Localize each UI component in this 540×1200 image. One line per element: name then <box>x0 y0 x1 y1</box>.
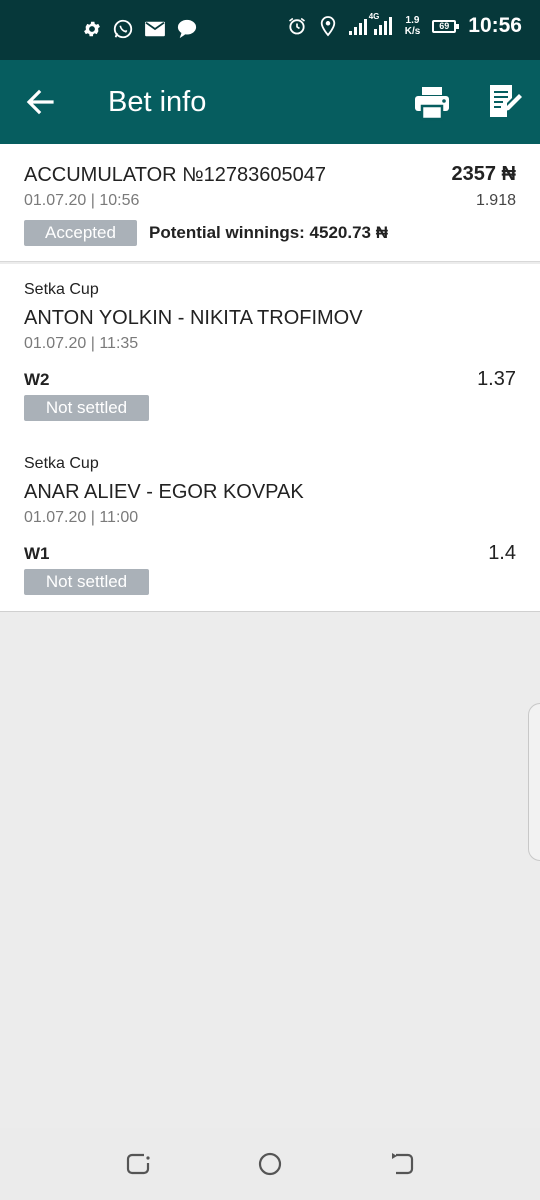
system-indicators: 4G 1.9 K/s 69 10:56 <box>287 12 522 38</box>
navigation-bar <box>0 1128 540 1200</box>
arrow-left-icon[interactable] <box>20 82 60 122</box>
event-pick: W2 <box>24 370 50 389</box>
gear-icon <box>84 21 100 37</box>
network-type-label: 4G <box>368 12 380 21</box>
event-tournament: Setka Cup <box>24 281 99 298</box>
network-speed-value: 1.9 <box>405 15 420 26</box>
event-date: 01.07.20 | 11:00 <box>24 509 139 526</box>
event-date: 01.07.20 | 11:35 <box>24 335 139 352</box>
events-list: Setka Cup ANTON YOLKIN - NIKITA TROFIMOV… <box>0 264 540 612</box>
potential-winnings: Potential winnings: 4520.73 ₦ <box>149 223 389 242</box>
edge-panel-handle[interactable] <box>528 703 540 861</box>
alarm-icon <box>288 17 305 35</box>
accumulator-title: ACCUMULATOR №12783605047 <box>24 164 326 186</box>
event-coefficient: 1.4 <box>488 542 516 564</box>
event-teams: ANAR ALIEV - EGOR KOVPAK <box>24 481 304 503</box>
event-coefficient: 1.37 <box>477 368 516 390</box>
printer-icon[interactable] <box>413 84 451 122</box>
bet-stake: 2357 ₦ <box>451 163 517 185</box>
home-icon[interactable] <box>256 1150 284 1178</box>
bet-coefficient: 1.918 <box>475 192 516 209</box>
battery-indicator: 69 <box>432 19 460 33</box>
event-pick: W1 <box>24 544 50 563</box>
edit-note-icon[interactable] <box>485 82 523 120</box>
status-time: 10:56 <box>468 14 522 37</box>
list-item: Setka Cup ANAR ALIEV - EGOR KOVPAK 01.07… <box>0 438 540 612</box>
chat-bubble-icon <box>177 19 197 39</box>
back-icon[interactable] <box>388 1150 416 1178</box>
whatsapp-icon <box>113 19 133 39</box>
status-badge: Not settled <box>24 395 149 421</box>
network-speed: 1.9 K/s <box>405 15 421 37</box>
bet-date: 01.07.20 | 10:56 <box>24 192 140 209</box>
list-item: Setka Cup ANTON YOLKIN - NIKITA TROFIMOV… <box>0 264 540 438</box>
signal-icon: 4G <box>348 12 393 37</box>
app-bar: Bet info <box>0 60 540 144</box>
bet-summary-card: ACCUMULATOR №12783605047 2357 ₦ 01.07.20… <box>0 144 540 262</box>
status-bar: 4G 1.9 K/s 69 10:56 <box>0 0 540 60</box>
event-teams: ANTON YOLKIN - NIKITA TROFIMOV <box>24 307 363 329</box>
location-icon <box>320 16 335 37</box>
page-title: Bet info <box>108 86 207 118</box>
status-badge: Not settled <box>24 569 149 595</box>
event-tournament: Setka Cup <box>24 455 99 472</box>
network-speed-unit: K/s <box>404 26 421 37</box>
mail-icon <box>145 21 165 37</box>
notification-icons <box>82 18 198 40</box>
recent-apps-icon[interactable] <box>124 1150 152 1178</box>
status-badge: Accepted <box>24 220 137 246</box>
